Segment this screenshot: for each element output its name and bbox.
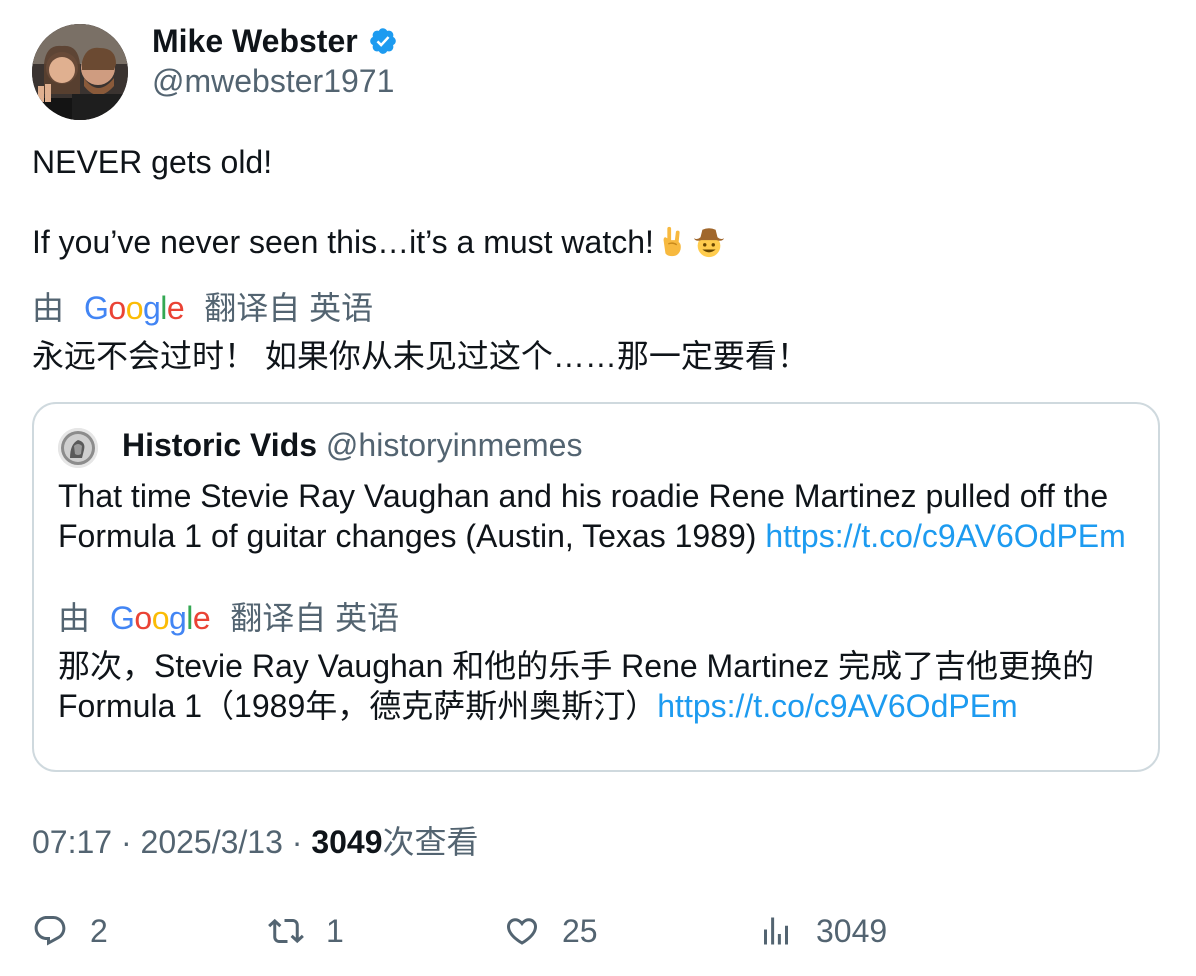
avatar-image <box>32 24 128 120</box>
author-name-row[interactable]: Mike Webster <box>152 22 398 60</box>
quoted-author-row[interactable]: Historic Vids @historyinmemes <box>122 426 582 464</box>
quoted-author-name[interactable]: Historic Vids <box>122 427 317 463</box>
quoted-translation-prefix: 由 <box>58 600 91 636</box>
retweet-icon <box>268 918 304 944</box>
quoted-tweet-text: That time Stevie Ray Vaughan and his roa… <box>58 476 1138 556</box>
tweet-line-2-text: If you’ve never seen this…it’s a must wa… <box>32 224 654 260</box>
quoted-author-handle[interactable]: @historyinmemes <box>326 427 583 463</box>
author-handle[interactable]: @mwebster1971 <box>152 62 394 100</box>
meta-separator: · <box>120 824 132 860</box>
analytics-icon <box>764 917 788 945</box>
like-count: 25 <box>562 912 598 949</box>
reply-count: 2 <box>90 912 108 949</box>
google-logo-icon: Google <box>84 290 185 326</box>
quoted-translated-link[interactable]: https://t.co/c9AV6OdPEm <box>657 688 1017 724</box>
views-button[interactable]: 3049 <box>758 910 887 952</box>
translation-suffix: 翻译自 英语 <box>204 290 374 326</box>
tweet-line-2: If you’ve never seen this…it’s a must wa… <box>32 222 726 262</box>
meta-separator: · <box>291 824 303 860</box>
quoted-avatar-image <box>58 428 98 468</box>
quoted-link[interactable]: https://t.co/c9AV6OdPEm <box>765 518 1125 554</box>
sign-of-the-horns-emoji-icon <box>663 226 681 257</box>
view-count-label: 次查看 <box>382 824 479 860</box>
tweet-meta: 07:17 · 2025/3/13 · 3049次查看 <box>32 822 479 862</box>
cowboy-hat-face-emoji-icon <box>693 228 725 258</box>
reply-icon <box>34 916 66 946</box>
reply-button[interactable]: 2 <box>32 910 108 952</box>
translation-prefix: 由 <box>32 290 65 326</box>
like-button[interactable]: 25 <box>504 910 598 952</box>
quoted-tweet-card[interactable]: Historic Vids @historyinmemes That time … <box>32 402 1160 772</box>
tweet-line-1: NEVER gets old! <box>32 144 273 180</box>
views-count: 3049 <box>816 912 888 949</box>
quoted-translation-suffix: 翻译自 英语 <box>230 600 400 636</box>
tweet-time[interactable]: 07:17 <box>32 824 112 860</box>
tweet-date[interactable]: 2025/3/13 <box>141 824 283 860</box>
view-count: 3049 <box>311 824 383 860</box>
retweet-count: 1 <box>326 912 344 949</box>
translated-text: 永远不会过时！ 如果你从未见过这个……那一定要看！ <box>32 338 809 374</box>
retweet-button[interactable]: 1 <box>268 910 344 952</box>
quoted-translation-attribution[interactable]: 由 Google 翻译自 英语 <box>58 598 399 638</box>
author-name[interactable]: Mike Webster <box>152 22 358 60</box>
quoted-translated-text: 那次，Stevie Ray Vaughan 和他的乐手 Rene Martine… <box>58 646 1138 726</box>
tweet-body: NEVER gets old! If you’ve never seen thi… <box>32 142 726 262</box>
translation-attribution[interactable]: 由 Google 翻译自 英语 <box>32 288 373 328</box>
quoted-google-logo-icon: Google <box>110 600 211 636</box>
verified-badge-icon <box>369 28 396 54</box>
quoted-author-avatar[interactable] <box>58 428 98 468</box>
heart-icon <box>506 918 538 945</box>
author-avatar[interactable] <box>32 24 128 120</box>
